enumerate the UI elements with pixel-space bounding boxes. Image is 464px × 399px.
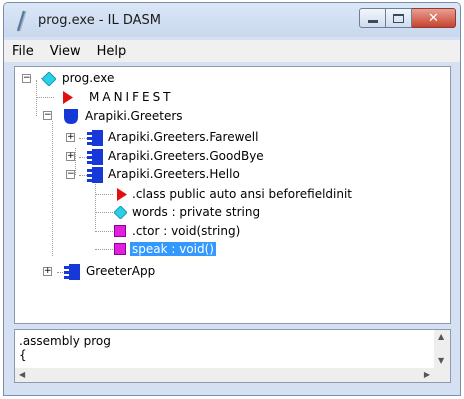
scroll-down-icon[interactable]: ▼ xyxy=(438,356,444,365)
close-icon: ✕ xyxy=(428,10,439,26)
ildasm-app-icon xyxy=(16,10,27,32)
field-diamond-icon xyxy=(114,206,127,219)
window-controls: ✕ xyxy=(359,8,456,28)
class-icon xyxy=(64,264,80,280)
menu-file[interactable]: File xyxy=(12,44,34,59)
tree-node-class-farewell[interactable]: Arapiki.Greeters.Farewell xyxy=(108,130,258,144)
namespace-shield-icon xyxy=(64,109,78,124)
tree-connector xyxy=(79,175,87,176)
method-square-icon xyxy=(114,243,126,255)
tree-node-root[interactable]: prog.exe xyxy=(62,71,114,85)
detail-line-2: { xyxy=(19,348,27,362)
scroll-left-icon[interactable]: ◀ xyxy=(19,370,25,379)
tree-node-class-hello[interactable]: Arapiki.Greeters.Hello xyxy=(108,167,240,181)
class-icon xyxy=(87,130,103,146)
tree-node-manifest[interactable]: MANIFEST xyxy=(89,90,174,104)
menu-bar: File View Help xyxy=(4,40,460,62)
tree-connector xyxy=(79,157,87,158)
vertical-scrollbar[interactable]: ▲ ▼ xyxy=(434,330,450,368)
maximize-button[interactable] xyxy=(386,8,412,28)
collapse-toggle[interactable]: − xyxy=(43,111,52,120)
tree-node-class-directive[interactable]: .class public auto ansi beforefieldinit xyxy=(132,187,352,201)
tree-view[interactable]: − prog.exe MANIFEST − Arapiki.Greeters +… xyxy=(14,66,451,324)
horizontal-scrollbar[interactable]: ◀ ▶ xyxy=(15,368,450,382)
tree-connector xyxy=(95,175,96,229)
title-bar[interactable]: prog.exe - IL DASM ✕ xyxy=(4,3,460,37)
tree-node-namespace[interactable]: Arapiki.Greeters xyxy=(85,109,183,123)
tree-connector xyxy=(36,80,37,116)
collapse-toggle[interactable]: − xyxy=(66,170,75,179)
window-title: prog.exe - IL DASM xyxy=(38,13,162,28)
main-window: prog.exe - IL DASM ✕ File View Help − pr… xyxy=(3,2,461,396)
class-icon xyxy=(87,167,103,183)
scroll-up-icon[interactable]: ▲ xyxy=(438,332,444,341)
tree-connector xyxy=(79,138,87,139)
close-button[interactable]: ✕ xyxy=(412,8,456,28)
expand-toggle[interactable]: + xyxy=(66,133,75,142)
expand-toggle[interactable]: + xyxy=(43,267,52,276)
maximize-icon xyxy=(393,13,404,23)
tree-connector xyxy=(95,194,113,195)
detail-line-1: .assembly prog xyxy=(19,334,111,348)
tree-connector xyxy=(75,148,76,175)
collapse-toggle[interactable]: − xyxy=(22,74,31,83)
method-square-icon xyxy=(114,225,126,237)
minimize-icon xyxy=(367,19,378,23)
tree-connector xyxy=(95,212,113,213)
tree-connector xyxy=(36,97,54,98)
expand-toggle[interactable]: + xyxy=(66,152,75,161)
tree-node-field-words[interactable]: words : private string xyxy=(132,205,260,219)
class-icon xyxy=(87,149,103,165)
manifest-triangle-icon xyxy=(63,91,73,104)
class-directive-triangle-icon xyxy=(117,188,127,201)
tree-node-class-goodbye[interactable]: Arapiki.Greeters.GoodBye xyxy=(108,149,264,163)
menu-help[interactable]: Help xyxy=(97,44,127,59)
tree-connector xyxy=(52,121,53,256)
menu-view[interactable]: View xyxy=(50,44,81,59)
tree-node-method-ctor[interactable]: .ctor : void(string) xyxy=(132,224,240,238)
tree-node-method-speak[interactable]: speak : void() xyxy=(129,241,217,257)
minimize-button[interactable] xyxy=(359,8,386,28)
assembly-diamond-icon xyxy=(42,72,56,86)
tree-connector xyxy=(95,231,113,232)
tree-connector xyxy=(95,249,113,250)
scroll-right-icon[interactable]: ▶ xyxy=(424,370,430,379)
detail-panel[interactable]: .assembly prog { ▲ ▼ ◀ ▶ xyxy=(14,329,451,383)
tree-node-class-greeterapp[interactable]: GreeterApp xyxy=(86,264,155,278)
